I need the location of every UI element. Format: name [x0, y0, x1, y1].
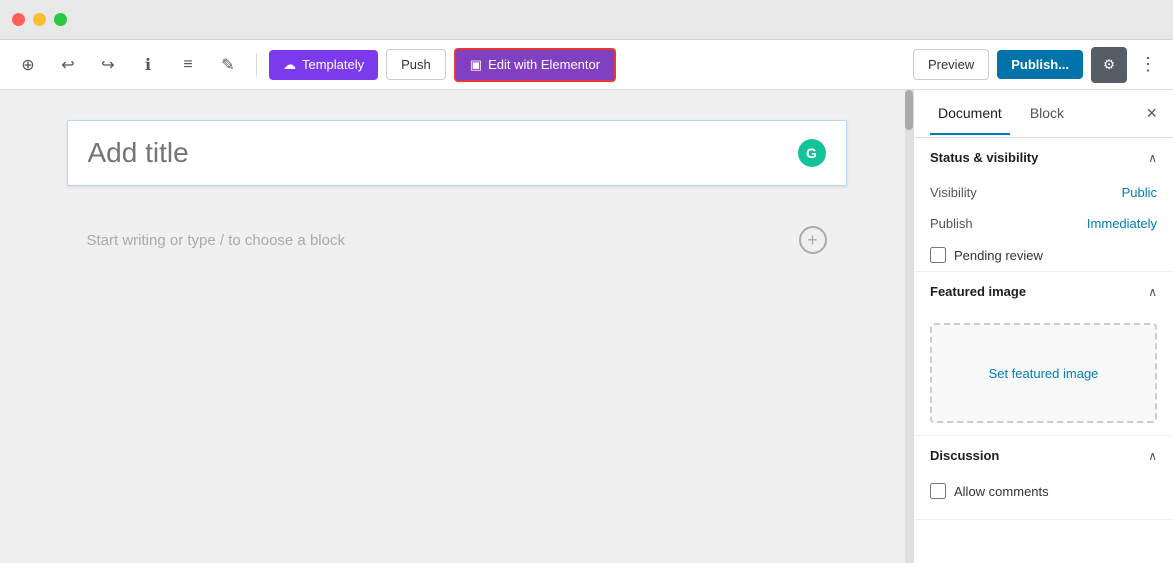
pending-review-checkbox[interactable]	[930, 247, 946, 263]
visibility-value[interactable]: Public	[1122, 185, 1157, 200]
chevron-up-icon-2: ∧	[1148, 285, 1157, 299]
fullscreen-button[interactable]	[54, 13, 67, 26]
publish-button[interactable]: Publish...	[997, 50, 1083, 79]
add-block-toolbar-button[interactable]: ⊕	[12, 49, 44, 81]
pencil-icon: ✎	[221, 55, 234, 75]
undo-button[interactable]: ↩	[52, 49, 84, 81]
title-area: G	[67, 120, 847, 186]
pending-review-row: Pending review	[914, 239, 1173, 271]
allow-comments-checkbox[interactable]	[930, 483, 946, 499]
list-view-button[interactable]: ≡	[172, 49, 204, 81]
redo-icon: ↪	[101, 55, 114, 75]
status-visibility-header[interactable]: Status & visibility ∧	[914, 138, 1173, 177]
templately-icon: ☁	[283, 57, 296, 73]
publish-label: Publish	[930, 216, 973, 231]
add-block-inline-button[interactable]: +	[799, 226, 827, 254]
close-button[interactable]	[12, 13, 25, 26]
editor-card: G	[67, 120, 847, 186]
editor-placeholder-text: Start writing or type / to choose a bloc…	[87, 232, 345, 249]
featured-image-title: Featured image	[930, 284, 1026, 299]
list-icon: ≡	[183, 56, 192, 74]
tab-block[interactable]: Block	[1022, 93, 1072, 135]
minimize-button[interactable]	[33, 13, 46, 26]
sidebar: Document Block × Status & visibility ∧ V…	[913, 90, 1173, 563]
scrollbar[interactable]	[905, 90, 913, 563]
toolbar-right: Preview Publish... ⚙ ⋮	[913, 47, 1161, 83]
publish-row: Publish Immediately	[914, 208, 1173, 239]
tab-document[interactable]: Document	[930, 93, 1010, 135]
more-options-button[interactable]: ⋮	[1135, 50, 1161, 79]
templately-button[interactable]: ☁ Templately	[269, 50, 378, 80]
discussion-title: Discussion	[930, 448, 999, 463]
allow-comments-label: Allow comments	[954, 484, 1049, 499]
publish-value[interactable]: Immediately	[1087, 216, 1157, 231]
add-inline-icon: +	[807, 230, 818, 251]
editor-body: Start writing or type / to choose a bloc…	[67, 196, 847, 274]
toolbar: ⊕ ↩ ↪ ℹ ≡ ✎ ☁ Templately Push ▣ Edit wit…	[0, 40, 1173, 90]
info-button[interactable]: ℹ	[132, 49, 164, 81]
toolbar-divider	[256, 53, 257, 77]
content-area: G Start writing or type / to choose a bl…	[0, 90, 1173, 563]
edit-with-elementor-button[interactable]: ▣ Edit with Elementor	[454, 48, 616, 82]
status-visibility-title: Status & visibility	[930, 150, 1038, 165]
titlebar	[0, 0, 1173, 40]
preview-button[interactable]: Preview	[913, 49, 989, 80]
post-title-input[interactable]	[88, 137, 798, 169]
scroll-thumb[interactable]	[905, 90, 913, 130]
pending-review-label: Pending review	[954, 248, 1043, 263]
push-button[interactable]: Push	[386, 49, 446, 80]
chevron-up-icon-3: ∧	[1148, 449, 1157, 463]
redo-button[interactable]: ↪	[92, 49, 124, 81]
featured-image-section: Featured image ∧ Set featured image	[914, 272, 1173, 436]
app: ⊕ ↩ ↪ ℹ ≡ ✎ ☁ Templately Push ▣ Edit wit…	[0, 40, 1173, 563]
visibility-label: Visibility	[930, 185, 977, 200]
status-visibility-section: Status & visibility ∧ Visibility Public …	[914, 138, 1173, 272]
undo-icon: ↩	[61, 55, 74, 75]
discussion-header[interactable]: Discussion ∧	[914, 436, 1173, 475]
grammarly-icon: G	[798, 139, 826, 167]
discussion-section: Discussion ∧ Allow comments	[914, 436, 1173, 520]
info-icon: ℹ	[145, 55, 151, 75]
elementor-icon: ▣	[470, 57, 482, 73]
add-icon: ⊕	[21, 55, 34, 75]
set-featured-image-label: Set featured image	[989, 366, 1099, 381]
featured-image-header[interactable]: Featured image ∧	[914, 272, 1173, 311]
chevron-up-icon: ∧	[1148, 151, 1157, 165]
editor-area: G Start writing or type / to choose a bl…	[0, 90, 913, 563]
sidebar-close-button[interactable]: ×	[1146, 103, 1157, 124]
editor-placeholder-row: Start writing or type / to choose a bloc…	[67, 206, 847, 274]
tools-button[interactable]: ✎	[212, 49, 244, 81]
settings-button[interactable]: ⚙	[1091, 47, 1127, 83]
sidebar-header: Document Block ×	[914, 90, 1173, 138]
visibility-row: Visibility Public	[914, 177, 1173, 208]
more-icon: ⋮	[1139, 54, 1157, 74]
set-featured-image-button[interactable]: Set featured image	[930, 323, 1157, 423]
gear-icon: ⚙	[1103, 57, 1115, 73]
allow-comments-row: Allow comments	[914, 475, 1173, 507]
